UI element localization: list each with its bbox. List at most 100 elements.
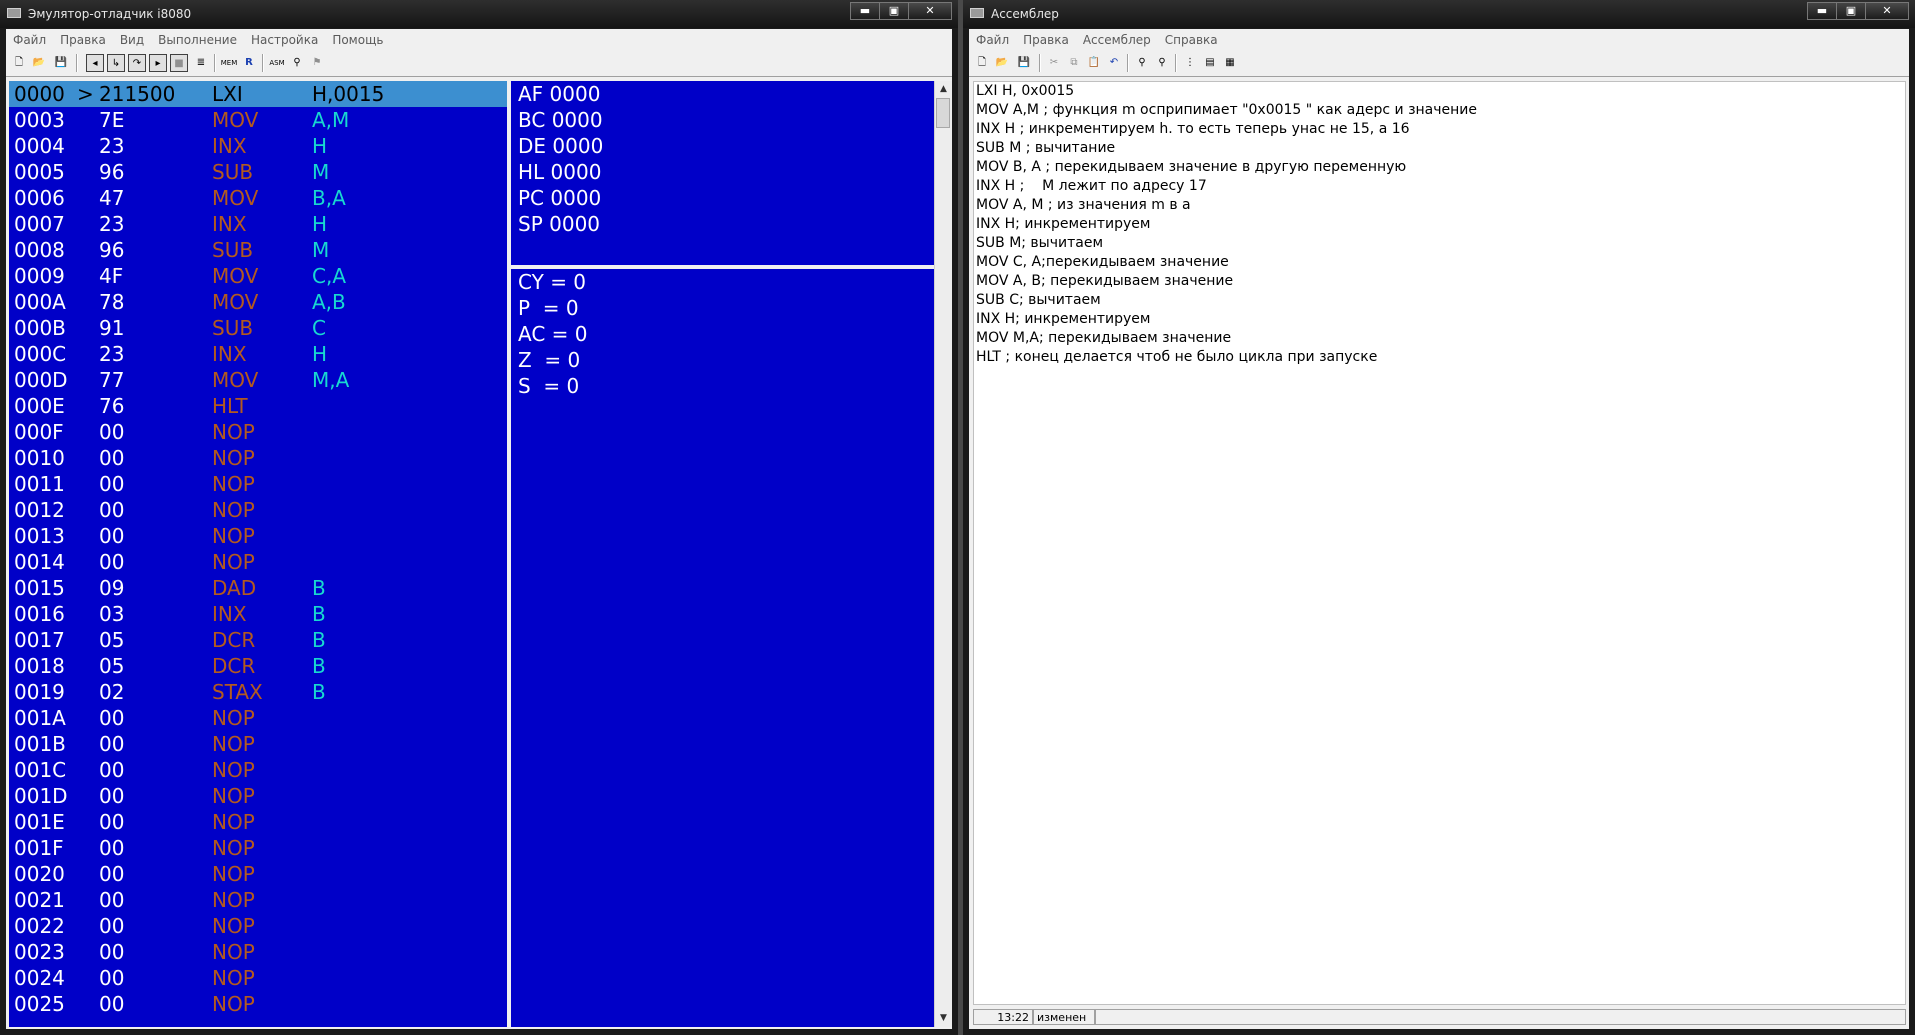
source-line[interactable]: HLT ; конец делается чтоб не было цикла … [974, 348, 1905, 367]
memory-view-icon[interactable]: MEM [220, 54, 238, 72]
code-row[interactable]: 0018 05 DCR B [9, 653, 507, 679]
minimize-button[interactable]: ▬ [1807, 2, 1837, 20]
code-row[interactable]: 001C 00 NOP [9, 757, 507, 783]
step-over-icon[interactable]: ↷ [128, 54, 146, 72]
code-row[interactable]: 001F 00 NOP [9, 835, 507, 861]
binoculars-icon[interactable]: ⚲ [288, 54, 306, 72]
code-row[interactable]: 0016 03 INX B [9, 601, 507, 627]
code-row[interactable]: 0017 05 DCR B [9, 627, 507, 653]
code-row[interactable]: 000E 76 HLT [9, 393, 507, 419]
code-row[interactable]: 001A 00 NOP [9, 705, 507, 731]
menu-file[interactable]: Файл [6, 29, 53, 47]
minimize-button[interactable]: ▬ [850, 2, 880, 20]
code-row[interactable]: 0003 7E MOV A,M [9, 107, 507, 133]
cut-icon[interactable]: ✂ [1045, 54, 1063, 72]
assembler-titlebar[interactable]: Ассемблер ▬ ▣ ✕ [963, 0, 1915, 28]
code-row[interactable]: 0014 00 NOP [9, 549, 507, 575]
save-icon[interactable]: 💾 [52, 54, 70, 72]
menu-assembler[interactable]: Ассемблер [1076, 29, 1158, 47]
code-row[interactable]: 0006 47 MOV B,A [9, 185, 507, 211]
code-row[interactable]: 0021 00 NOP [9, 887, 507, 913]
menu-edit[interactable]: Правка [1016, 29, 1076, 47]
code-row[interactable]: 0009 4F MOV C,A [9, 263, 507, 289]
paste-icon[interactable]: 📋 [1085, 54, 1103, 72]
code-row[interactable]: 0010 00 NOP [9, 445, 507, 471]
source-line[interactable]: MOV A,M ; функция m осприпимает "0x0015 … [974, 101, 1905, 120]
code-row[interactable]: 0012 00 NOP [9, 497, 507, 523]
open-icon[interactable]: 📂 [30, 54, 48, 72]
source-line[interactable]: SUB C; вычитаем [974, 291, 1905, 310]
new-icon[interactable]: 🗋 [10, 54, 28, 72]
compile-icon[interactable]: ⋮ [1181, 54, 1199, 72]
code-row[interactable]: 0011 00 NOP [9, 471, 507, 497]
code-row[interactable]: 001D 00 NOP [9, 783, 507, 809]
source-line[interactable]: MOV C, A;перекидываем значение [974, 253, 1905, 272]
source-line[interactable]: MOV A, B; перекидываем значение [974, 272, 1905, 291]
source-line[interactable]: INX H; инкрементируем [974, 310, 1905, 329]
code-row[interactable]: 0004 23 INX H [9, 133, 507, 159]
code-row[interactable]: 001E 00 NOP [9, 809, 507, 835]
code-row[interactable]: 000D 77 MOV M,A [9, 367, 507, 393]
memory-icon[interactable]: ≣ [192, 54, 210, 72]
menu-settings[interactable]: Настройка [244, 29, 325, 47]
code-row[interactable]: 0007 23 INX H [9, 211, 507, 237]
stop-icon[interactable]: ■ [170, 54, 188, 72]
code-row[interactable]: 0020 00 NOP [9, 861, 507, 887]
source-line[interactable]: INX H ; M лежит по адресу 17 [974, 177, 1905, 196]
menu-file[interactable]: Файл [969, 29, 1016, 47]
step-back-icon[interactable]: ◂ [86, 54, 104, 72]
step-into-icon[interactable]: ↳ [107, 54, 125, 72]
new-icon[interactable]: 🗋 [973, 54, 991, 72]
code-row[interactable]: 0023 00 NOP [9, 939, 507, 965]
open-icon[interactable]: 📂 [993, 54, 1011, 72]
copy-icon[interactable]: ⧉ [1065, 54, 1083, 72]
code-row[interactable]: 0005 96 SUB M [9, 159, 507, 185]
source-line[interactable]: INX H ; инкрементируем h. то есть теперь… [974, 120, 1905, 139]
source-line[interactable]: INX H; инкрементируем [974, 215, 1905, 234]
menu-edit[interactable]: Правка [53, 29, 113, 47]
find-icon[interactable]: ⚲ [1133, 54, 1151, 72]
code-row[interactable]: 0025 00 NOP [9, 991, 507, 1017]
source-line[interactable]: SUB M ; вычитание [974, 139, 1905, 158]
close-button[interactable]: ✕ [1865, 2, 1909, 20]
code-row[interactable]: 0015 09 DAD B [9, 575, 507, 601]
code-row[interactable]: 000B 91 SUB C [9, 315, 507, 341]
vertical-scrollbar[interactable]: ▲ ▼ [934, 81, 952, 1027]
source-line[interactable]: MOV A, M ; из значения m в а [974, 196, 1905, 215]
registers-icon[interactable]: R [240, 54, 258, 72]
menu-view[interactable]: Вид [113, 29, 151, 47]
scroll-thumb[interactable] [936, 98, 950, 128]
menu-help[interactable]: Справка [1158, 29, 1225, 47]
disassembly-pane[interactable]: 0000 >211500 LXI H,0015 0003 7E MOV A,M 0004 23 IN… [9, 81, 507, 1027]
asm-icon[interactable]: ASM [268, 54, 286, 72]
maximize-button[interactable]: ▣ [879, 2, 909, 20]
code-row[interactable]: 000A 78 MOV A,B [9, 289, 507, 315]
menu-run[interactable]: Выполнение [151, 29, 244, 47]
source-line[interactable]: LXI H, 0x0015 [974, 82, 1905, 101]
code-row[interactable]: 001B 00 NOP [9, 731, 507, 757]
code-row[interactable]: 0019 02 STAX B [9, 679, 507, 705]
code-row[interactable]: 0000 >211500 LXI H,0015 [9, 81, 507, 107]
source-line[interactable]: MOV B, A ; перекидываем значение в другу… [974, 158, 1905, 177]
scroll-up-icon[interactable]: ▲ [935, 81, 952, 98]
export-icon[interactable]: ▦ [1221, 54, 1239, 72]
source-line[interactable]: SUB M; вычитаем [974, 234, 1905, 253]
save-icon[interactable]: 💾 [1015, 54, 1033, 72]
code-row[interactable]: 0022 00 NOP [9, 913, 507, 939]
code-row[interactable]: 0024 00 NOP [9, 965, 507, 991]
emulator-titlebar[interactable]: Эмулятор-отладчик i8080 ▬ ▣ ✕ [0, 0, 958, 28]
menu-help[interactable]: Помощь [325, 29, 390, 47]
load-icon[interactable]: ▤ [1201, 54, 1219, 72]
scroll-down-icon[interactable]: ▼ [935, 1010, 952, 1027]
breakpoint-icon[interactable]: ⚑ [308, 54, 326, 72]
run-icon[interactable]: ▸ [149, 54, 167, 72]
maximize-button[interactable]: ▣ [1836, 2, 1866, 20]
close-button[interactable]: ✕ [908, 2, 952, 20]
code-row[interactable]: 0008 96 SUB M [9, 237, 507, 263]
undo-icon[interactable]: ↶ [1105, 54, 1123, 72]
code-row[interactable]: 000C 23 INX H [9, 341, 507, 367]
source-editor[interactable]: LXI H, 0x0015 MOV A,M ; функция m осприпи… [973, 81, 1906, 1005]
find-next-icon[interactable]: ⚲ [1153, 54, 1171, 72]
code-row[interactable]: 000F 00 NOP [9, 419, 507, 445]
code-row[interactable]: 0013 00 NOP [9, 523, 507, 549]
